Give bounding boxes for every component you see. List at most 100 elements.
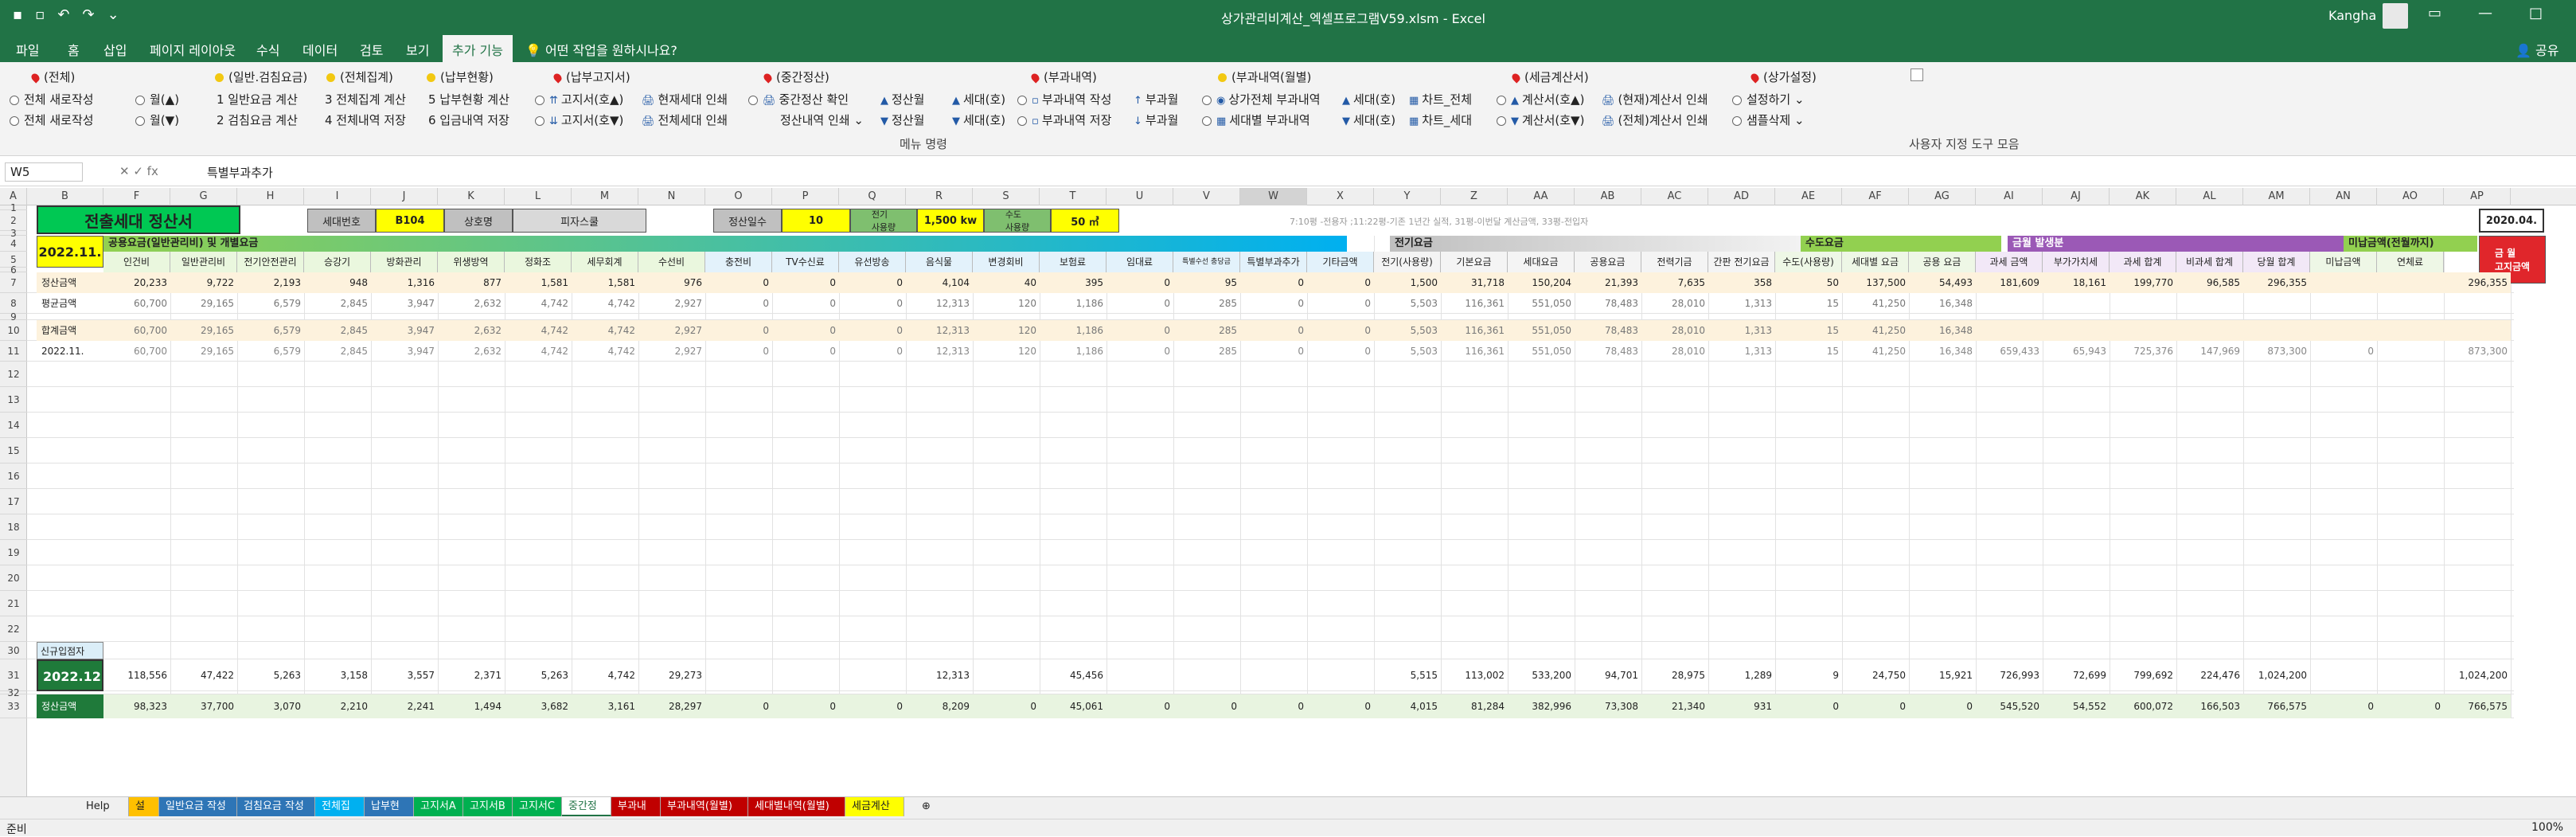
data-cell[interactable]: 2,845 (304, 341, 371, 362)
data-cell[interactable]: 877 (438, 272, 505, 293)
data-cell[interactable]: 2,927 (638, 293, 705, 314)
column-header[interactable]: Q (839, 188, 906, 205)
row-header[interactable]: 30 (0, 642, 27, 659)
share-button[interactable]: 👤 공유 (2516, 40, 2558, 59)
data-cell[interactable]: 29,273 (638, 659, 705, 691)
worksheet-grid[interactable]: A B F G H I J K L M N O P Q R S T U V W X Y Z AA AB AC AD AE AF AG AI A… (0, 188, 2576, 801)
column-header[interactable]: I (304, 188, 371, 205)
btn-settings[interactable]: 설정하기 ⌄ (1732, 91, 1805, 108)
data-cell[interactable]: 72,699 (2043, 659, 2110, 691)
row-header[interactable]: 20 (0, 565, 27, 591)
row-header[interactable]: 7 (0, 272, 27, 293)
data-cell[interactable]: 600,072 (2110, 694, 2176, 718)
data-cell[interactable]: 9,722 (170, 272, 237, 293)
tab-file[interactable]: 파일 (16, 40, 39, 59)
btn-billing-save[interactable]: ▫ 부과내역 저장 (1017, 111, 1111, 128)
data-cell[interactable]: 5,503 (1374, 293, 1441, 314)
data-cell[interactable]: 29,165 (170, 320, 237, 341)
data-cell[interactable] (1307, 659, 1374, 691)
name-value[interactable]: 피자스쿨 (513, 209, 646, 233)
tell-me-search[interactable]: 💡 어떤 작업을 원하시나요? (525, 40, 677, 59)
btn-billing-month-up[interactable]: ↑ 부과월 (1134, 91, 1178, 108)
column-header[interactable]: S (973, 188, 1040, 205)
data-cell[interactable]: 1,186 (1040, 320, 1107, 341)
data-cell[interactable]: 4,742 (505, 320, 572, 341)
minimize-icon[interactable]: — (2478, 5, 2492, 22)
data-cell[interactable]: 799,692 (2110, 659, 2176, 691)
data-cell[interactable]: 0 (1775, 694, 1842, 718)
column-header[interactable]: Z (1441, 188, 1508, 205)
tab-view[interactable]: 보기 (406, 40, 429, 59)
data-cell[interactable]: 6,579 (237, 320, 304, 341)
data-cell[interactable]: 382,996 (1508, 694, 1575, 718)
data-cell[interactable] (2377, 341, 2444, 362)
btn-print-all[interactable]: 🖨 전체세대 인쇄 (642, 111, 728, 128)
data-cell[interactable] (1173, 659, 1240, 691)
column-header[interactable]: AO (2377, 188, 2444, 205)
data-cell[interactable]: 6,579 (237, 341, 304, 362)
row-header[interactable]: 9 (0, 312, 27, 322)
data-cell[interactable]: 0 (1107, 320, 1173, 341)
row-header[interactable]: 33 (0, 694, 27, 718)
btn-month-down[interactable]: 월(▼) (135, 111, 179, 128)
data-cell[interactable]: 0 (1307, 320, 1374, 341)
data-cell[interactable]: 726,993 (1976, 659, 2043, 691)
data-cell[interactable]: 40 (973, 272, 1040, 293)
data-cell[interactable]: 120 (973, 320, 1040, 341)
data-cell[interactable]: 9 (1775, 659, 1842, 691)
btn-interim-print[interactable]: 정산내역 인쇄 ⌄ (780, 111, 864, 128)
data-cell[interactable]: 358 (1708, 272, 1775, 293)
sheet-tab[interactable]: 고지서A (414, 797, 463, 816)
sheet-tab[interactable]: 검침요금 작성 (237, 797, 315, 816)
column-header[interactable]: J (371, 188, 438, 205)
data-cell[interactable]: 2,210 (304, 694, 371, 718)
data-cell[interactable]: 0 (839, 293, 906, 314)
data-cell[interactable]: 116,361 (1441, 293, 1508, 314)
data-cell[interactable]: 0 (705, 272, 772, 293)
data-cell[interactable]: 28,010 (1641, 341, 1708, 362)
data-cell[interactable] (2176, 293, 2243, 314)
data-cell[interactable]: 96,585 (2176, 272, 2243, 293)
data-cell[interactable]: 3,947 (371, 341, 438, 362)
data-cell[interactable]: 0 (772, 320, 839, 341)
data-cell[interactable]: 28,010 (1641, 293, 1708, 314)
data-cell[interactable]: 0 (772, 272, 839, 293)
data-cell[interactable] (1240, 659, 1307, 691)
btn-sample-delete[interactable]: 샘플삭제 ⌄ (1732, 111, 1805, 128)
data-cell[interactable] (2243, 293, 2310, 314)
data-cell[interactable]: 12,313 (906, 659, 973, 691)
row-header[interactable]: 13 (0, 387, 27, 413)
data-cell[interactable]: 60,700 (103, 320, 170, 341)
avatar[interactable] (2383, 3, 2408, 29)
data-cell[interactable]: 948 (304, 272, 371, 293)
data-cell[interactable]: 545,520 (1976, 694, 2043, 718)
data-cell[interactable]: 0 (1909, 694, 1976, 718)
data-cell[interactable]: 3,158 (304, 659, 371, 691)
column-header[interactable]: AD (1708, 188, 1775, 205)
data-cell[interactable]: 0 (772, 341, 839, 362)
data-cell[interactable]: 47,422 (170, 659, 237, 691)
data-cell[interactable]: 4,742 (505, 341, 572, 362)
data-cell[interactable] (2377, 659, 2444, 691)
tab-formulas[interactable]: 수식 (256, 40, 279, 59)
data-cell[interactable]: 78,483 (1575, 341, 1641, 362)
data-cell[interactable]: 18,161 (2043, 272, 2110, 293)
undo-icon[interactable]: ↶ (57, 6, 69, 23)
column-header[interactable]: AG (1909, 188, 1976, 205)
sheet-tab[interactable]: 부과내역 (611, 797, 661, 831)
data-cell[interactable]: 166,503 (2176, 694, 2243, 718)
column-header[interactable]: P (772, 188, 839, 205)
name-box[interactable]: W5 (5, 162, 83, 182)
data-cell[interactable]: 3,947 (371, 320, 438, 341)
column-header[interactable]: H (237, 188, 304, 205)
data-cell[interactable]: 0 (772, 694, 839, 718)
column-header[interactable]: AE (1775, 188, 1842, 205)
row-header[interactable]: 31 (0, 659, 27, 691)
data-cell[interactable]: 81,284 (1441, 694, 1508, 718)
row-header[interactable]: 16 (0, 463, 27, 489)
data-cell[interactable] (2110, 320, 2176, 341)
data-cell[interactable]: 1,289 (1708, 659, 1775, 691)
column-header[interactable]: M (572, 188, 638, 205)
btn-payment-calc[interactable]: 5 납부현황 계산 (428, 91, 509, 108)
btn-notice-down[interactable]: ⇊ 고지서(호▼) (535, 111, 623, 128)
